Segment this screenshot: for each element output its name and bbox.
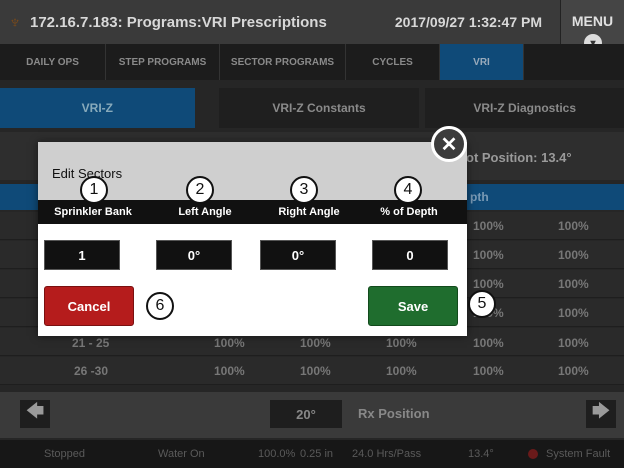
table-cell: 100% [558, 277, 589, 291]
main-nav-tabs: DAILY OPS STEP PROGRAMS SECTOR PROGRAMS … [0, 44, 624, 80]
window-title: 172.16.7.183: Programs:VRI Prescriptions [30, 13, 327, 31]
left-angle-field[interactable]: 0° [156, 240, 232, 270]
table-cell: 100% [473, 364, 504, 378]
tab-vri-z-constants[interactable]: VRI-Z Constants [218, 88, 420, 128]
arrow-left-icon[interactable]: 🡄 [20, 400, 50, 428]
table-cell-range: 26 -30 [74, 364, 109, 378]
pivot-position-text: ot Position: 13.4° [466, 150, 572, 165]
tab-step-programs[interactable]: STEP PROGRAMS [106, 44, 220, 80]
table-cell: 100% [214, 364, 245, 378]
grid-header-depth: pth [470, 190, 489, 204]
table-cell: 100% [386, 364, 417, 378]
status-percent: 100.0% [258, 448, 296, 460]
arrow-right-icon[interactable]: 🡆 [586, 400, 616, 428]
table-cell: 100% [558, 219, 589, 233]
tab-sector-programs[interactable]: SECTOR PROGRAMS [220, 44, 346, 80]
menu-button[interactable]: MENU ▾ [560, 0, 624, 52]
table-cell: 100% [558, 364, 589, 378]
label-percent-depth: % of Depth [380, 206, 438, 218]
tab-daily-ops[interactable]: DAILY OPS [0, 44, 106, 80]
tab-vri-z-diagnostics[interactable]: VRI-Z Diagnostics [425, 88, 624, 128]
table-cell: 100% [300, 364, 331, 378]
tab-vri-z[interactable]: VRI-Z [0, 88, 195, 128]
right-angle-field[interactable]: 0° [260, 240, 336, 270]
table-cell: 100% [558, 306, 589, 320]
table-cell: 100% [473, 277, 504, 291]
table-cell: 100% [473, 219, 504, 233]
close-icon[interactable]: ✕ [431, 126, 467, 162]
table-cell: 100% [214, 336, 245, 350]
depth-percent-field[interactable]: 0 [372, 240, 448, 270]
status-angle: 13.4° [468, 448, 494, 460]
status-fault: System Fault [546, 448, 611, 460]
logo-icon: ♆ [8, 11, 22, 32]
tab-cycles[interactable]: CYCLES [346, 44, 440, 80]
callout-marker: 3 [290, 176, 318, 204]
sprinkler-bank-field[interactable]: 1 [44, 240, 120, 270]
menu-label: MENU [571, 13, 614, 29]
label-left-angle: Left Angle [178, 206, 232, 218]
status-hrs: 24.0 Hrs/Pass [352, 448, 422, 460]
callout-marker: 1 [80, 176, 108, 204]
status-water: Water On [158, 448, 205, 460]
sub-tabs: VRI-Z VRI-Z Constants VRI-Z Diagnostics [0, 88, 624, 130]
callout-marker: 2 [186, 176, 214, 204]
table-cell: 100% [558, 336, 589, 350]
status-state: Stopped [44, 448, 85, 460]
title-bar: ♆ 172.16.7.183: Programs:VRI Prescriptio… [0, 0, 624, 52]
table-cell: 100% [473, 336, 504, 350]
edit-sectors-dialog: Edit Sectors Sprinkler Bank Left Angle R… [38, 142, 467, 336]
table-cell: 100% [300, 336, 331, 350]
save-button[interactable]: Save [368, 286, 458, 326]
datetime-display: 2017/09/27 1:32:47 PM [394, 14, 542, 30]
fault-icon [528, 449, 538, 459]
status-depth: 0.25 in [300, 448, 334, 460]
table-cell: 100% [558, 248, 589, 262]
label-right-angle: Right Angle [278, 206, 340, 218]
table-cell: 100% [473, 248, 504, 262]
rx-position-label: Rx Position [358, 406, 430, 421]
cancel-button[interactable]: Cancel [44, 286, 134, 326]
label-sprinkler-bank: Sprinkler Bank [54, 206, 132, 218]
rx-position-value[interactable]: 20° [270, 400, 342, 428]
tab-vri[interactable]: VRI [440, 44, 524, 80]
callout-marker: 6 [146, 292, 174, 320]
table-cell-range: 21 - 25 [72, 336, 110, 350]
callout-marker: 4 [394, 176, 422, 204]
table-cell: 100% [386, 336, 417, 350]
callout-marker: 5 [468, 290, 496, 318]
